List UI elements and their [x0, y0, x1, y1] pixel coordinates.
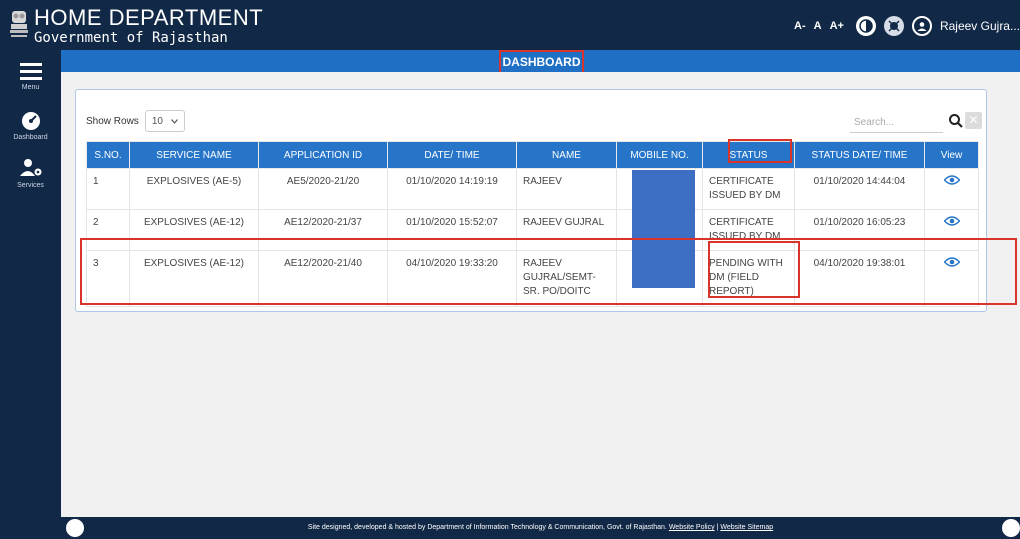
cell-status-datetime: 01/10/2020 14:44:04 — [794, 168, 925, 210]
column-header: DATE/ TIME — [387, 141, 517, 169]
sidebar-item-label: Dashboard — [13, 134, 48, 141]
search-input[interactable] — [850, 112, 943, 133]
user-avatar-icon[interactable] — [911, 16, 932, 36]
dashboard-gauge-icon — [21, 112, 40, 130]
font-increase-button[interactable]: A+ — [830, 20, 844, 32]
table-header-row: S.NO. SERVICE NAME APPLICATION ID DATE/ … — [86, 141, 979, 169]
contrast-toggle-icon[interactable] — [855, 16, 876, 36]
search-icon[interactable] — [948, 112, 964, 130]
chevron-down-icon — [170, 118, 178, 124]
row-3-highlight — [80, 238, 1017, 305]
column-header: STATUS DATE/ TIME — [794, 141, 925, 169]
footer: Site designed, developed & hosted by Dep… — [61, 517, 1020, 539]
footer-separator: | — [716, 524, 719, 531]
cell-app-id: AE5/2020-21/20 — [258, 168, 388, 210]
cell-name: RAJEEV — [516, 168, 617, 210]
top-header: HOME DEPARTMENT Government of Rajasthan … — [0, 0, 1020, 50]
column-header: S.NO. — [86, 141, 130, 169]
user-gear-icon — [19, 159, 41, 176]
sidebar-item-services[interactable]: Services — [0, 158, 61, 189]
website-policy-link[interactable]: Website Policy — [669, 524, 715, 531]
column-header: APPLICATION ID — [258, 141, 388, 169]
header-tools: A- A A+ Rajeev Gujra... — [794, 13, 1020, 39]
cell-view — [924, 168, 979, 210]
government-subtitle: Government of Rajasthan — [34, 30, 228, 46]
sidebar-item-menu[interactable]: Menu — [0, 62, 61, 91]
cell-status: CERTIFICATE ISSUED BY DM — [702, 168, 795, 210]
state-emblem-icon — [10, 11, 28, 37]
cell-sno: 1 — [86, 168, 130, 210]
footer-logo-left-icon — [66, 519, 84, 537]
pending-status-highlight — [708, 241, 800, 298]
rows-per-page-select[interactable]: 10 — [144, 110, 185, 132]
sidebar-item-dashboard[interactable]: Dashboard — [0, 110, 61, 141]
footer-logo-right-icon — [1002, 519, 1020, 537]
font-normal-button[interactable]: A — [814, 20, 822, 32]
sidebar: Menu Dashboard Services — [0, 50, 61, 539]
column-header: View — [924, 141, 979, 169]
show-rows-label: Show Rows — [86, 115, 139, 127]
user-name[interactable]: Rajeev Gujra... — [940, 19, 1020, 33]
font-decrease-button[interactable]: A- — [794, 20, 806, 32]
cell-service: EXPLOSIVES (AE-5) — [129, 168, 259, 210]
close-icon: ✕ — [968, 113, 979, 127]
column-header: SERVICE NAME — [129, 141, 259, 169]
sidebar-item-label: Services — [17, 182, 44, 189]
view-eye-icon[interactable] — [943, 175, 960, 185]
view-eye-icon[interactable] — [943, 216, 960, 226]
website-sitemap-link[interactable]: Website Sitemap — [720, 524, 773, 531]
clear-search-button[interactable]: ✕ — [965, 112, 982, 129]
table-row: 1 EXPLOSIVES (AE-5) AE5/2020-21/20 01/10… — [86, 168, 979, 210]
sidebar-item-label: Menu — [21, 84, 40, 91]
cell-datetime: 01/10/2020 14:19:19 — [387, 168, 517, 210]
page-title: DASHBOARD — [499, 50, 584, 74]
rows-per-page-value: 10 — [151, 115, 163, 127]
hamburger-icon — [19, 63, 42, 80]
column-header: NAME — [516, 141, 617, 169]
column-header: MOBILE NO. — [616, 141, 703, 169]
footer-text: Site designed, developed & hosted by Dep… — [307, 524, 667, 531]
show-rows-control: Show Rows 10 — [86, 110, 185, 132]
status-header-highlight — [728, 139, 792, 163]
theme-switch-icon[interactable] — [883, 16, 904, 36]
department-title: HOME DEPARTMENT — [34, 5, 264, 30]
